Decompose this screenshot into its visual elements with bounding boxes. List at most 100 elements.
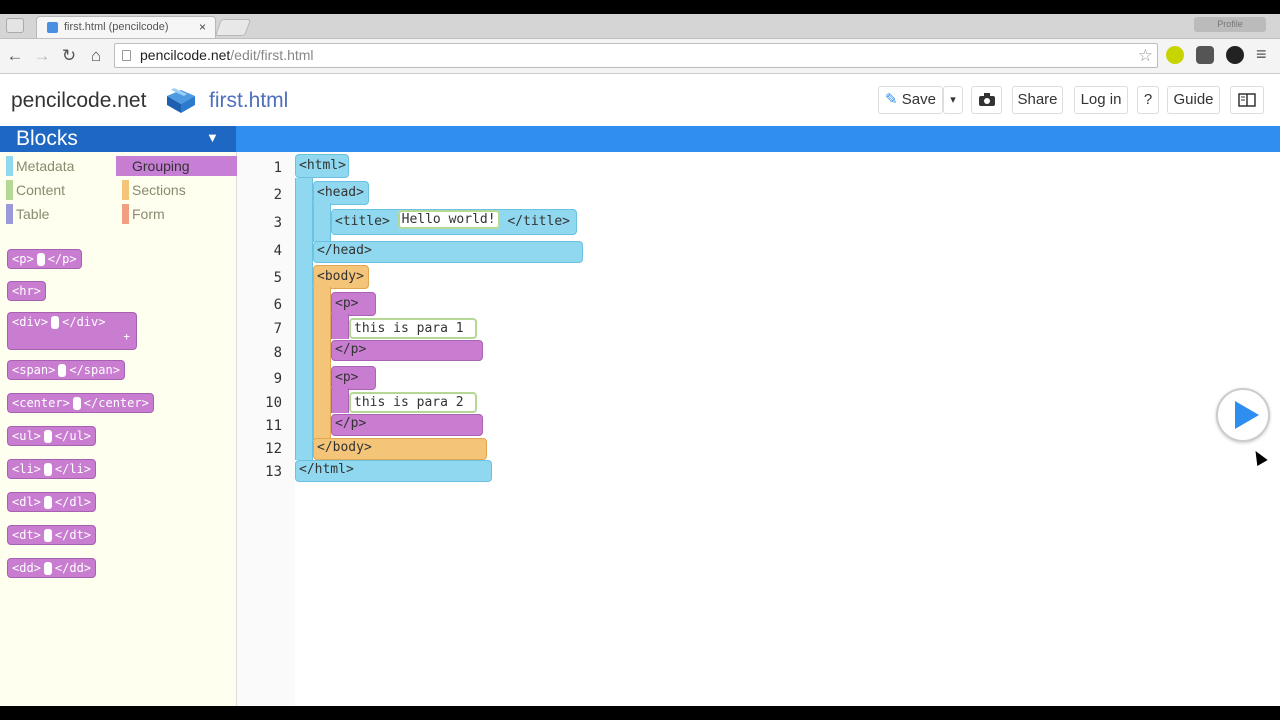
guide-button[interactable]: Guide — [1167, 86, 1220, 114]
block-close: </p> — [47, 252, 77, 266]
title-block[interactable]: <title> Hello world! </title> — [331, 209, 577, 235]
save-button[interactable]: ✎ Save — [878, 86, 943, 114]
title-text-field[interactable]: Hello world! — [397, 210, 500, 229]
head-open-block[interactable]: <head> — [313, 181, 369, 205]
window-menu-icon[interactable] — [6, 18, 24, 33]
blocks-header[interactable]: Blocks ▼ — [0, 126, 236, 152]
category-label: Form — [132, 206, 165, 222]
palette-block-dt[interactable]: <dt> </dt> — [7, 525, 97, 545]
p2-open-block[interactable]: <p> — [331, 366, 376, 390]
brand-name[interactable]: pencilcode.net — [11, 89, 146, 113]
line-number: 10 — [265, 395, 282, 411]
help-button[interactable]: ? — [1137, 86, 1159, 114]
block-slot — [51, 316, 60, 329]
tag-text: </head> — [317, 243, 372, 258]
favicon-icon — [47, 22, 58, 33]
block-close: </center> — [83, 396, 149, 410]
p1-close-block[interactable]: </p> — [331, 340, 483, 361]
category-table[interactable]: Table — [0, 204, 126, 224]
extension-icon[interactable] — [1166, 46, 1184, 64]
palette-block-hr[interactable]: <hr> — [7, 281, 46, 301]
file-name[interactable]: first.html — [209, 89, 288, 113]
block-slot — [58, 364, 67, 377]
camera-icon — [978, 93, 995, 106]
share-button[interactable]: Share — [1012, 86, 1063, 114]
body-open-block[interactable]: <body> — [313, 265, 369, 289]
body-close-block[interactable]: </body> — [313, 438, 487, 460]
block-slot — [36, 253, 45, 266]
palette-block-ul[interactable]: <ul> </ul> — [7, 426, 97, 446]
body-spine — [313, 287, 331, 440]
category-sections[interactable]: Sections — [116, 180, 242, 200]
palette-block-li[interactable]: <li> </li> — [7, 459, 97, 479]
tag-text: <p> — [335, 296, 359, 311]
browser-tab[interactable]: first.html (pencilcode) × — [36, 16, 216, 38]
palette-block-dd[interactable]: <dd> </dd> — [7, 558, 97, 578]
url-input[interactable]: pencilcode.net/edit/first.html ☆ — [114, 43, 1158, 68]
palette-block-dl[interactable]: <dl> </dl> — [7, 492, 97, 512]
pocket-icon[interactable] — [1196, 46, 1214, 64]
login-button[interactable]: Log in — [1074, 86, 1128, 114]
screen: first.html (pencilcode) × Profile ← → ↻ … — [0, 14, 1280, 706]
category-label: Grouping — [132, 158, 190, 174]
html-open-block[interactable]: <html> — [295, 154, 349, 178]
category-metadata[interactable]: Metadata — [0, 156, 126, 176]
page-icon — [122, 50, 131, 61]
p2-text-field[interactable]: this is para 2 — [349, 392, 477, 413]
tab-title: first.html (pencilcode) — [64, 21, 169, 33]
p2-spine — [331, 388, 349, 413]
p1-open-block[interactable]: <p> — [331, 292, 376, 316]
extension-dark-icon[interactable] — [1226, 46, 1244, 64]
line-number: 7 — [273, 321, 282, 337]
category-label: Content — [16, 182, 66, 198]
block-slot — [72, 397, 81, 410]
block-palette: Metadata Grouping Content Sections Table… — [0, 152, 247, 706]
block-plus[interactable]: + — [123, 327, 130, 346]
reload-icon[interactable]: ↻ — [58, 45, 80, 67]
palette-block-div[interactable]: <div> </div> + — [7, 312, 137, 350]
bookmark-star-icon[interactable]: ☆ — [1138, 44, 1153, 67]
profile-button[interactable]: Profile — [1194, 17, 1266, 32]
save-dropdown-button[interactable]: ▾ — [943, 86, 963, 114]
block-slot — [43, 430, 52, 443]
mouse-cursor-icon — [1250, 447, 1268, 467]
table-swatch — [6, 204, 13, 224]
close-tab-icon[interactable]: × — [199, 20, 206, 34]
home-icon[interactable]: ⌂ — [85, 45, 107, 67]
back-icon[interactable]: ← — [4, 45, 26, 67]
split-view-button[interactable] — [1230, 86, 1264, 114]
block-open: <ul> — [12, 429, 41, 443]
category-label: Sections — [132, 182, 186, 198]
category-form[interactable]: Form — [116, 204, 242, 224]
palette-block-p[interactable]: <p> </p> — [7, 249, 82, 269]
block-close: </dd> — [54, 561, 92, 575]
line-number: 5 — [273, 270, 282, 286]
category-content[interactable]: Content — [0, 180, 126, 200]
block-open: <dl> — [12, 495, 41, 509]
block-open: <dd> — [12, 561, 41, 575]
palette-block-span[interactable]: <span> </span> — [7, 360, 125, 380]
dropdown-arrow-icon[interactable]: ▼ — [206, 130, 219, 145]
chrome-menu-icon[interactable]: ≡ — [1256, 44, 1267, 65]
block-close: </ul> — [54, 429, 92, 443]
block-open: <hr> — [12, 284, 41, 298]
new-tab-button[interactable] — [214, 19, 252, 36]
palette-block-center[interactable]: <center> </center> — [7, 393, 154, 413]
category-grouping[interactable]: Grouping — [116, 156, 247, 176]
block-close: </span> — [69, 363, 120, 377]
screenshot-button[interactable] — [971, 86, 1002, 114]
tag-text: </title> — [507, 214, 570, 229]
p1-text-field[interactable]: this is para 1 — [349, 318, 477, 339]
address-bar: ← → ↻ ⌂ pencilcode.net/edit/first.html ☆… — [0, 39, 1280, 74]
p2-close-block[interactable]: </p> — [331, 414, 483, 436]
run-button[interactable] — [1216, 388, 1270, 442]
block-open: <li> — [12, 462, 41, 476]
tag-text: <body> — [317, 269, 364, 284]
block-slot — [43, 496, 52, 509]
category-label: Metadata — [16, 158, 75, 174]
line-number: 11 — [265, 418, 282, 434]
head-close-block[interactable]: </head> — [313, 241, 583, 263]
html-close-block[interactable]: </html> — [295, 460, 492, 482]
editor-title-bar — [236, 126, 1280, 152]
forward-icon[interactable]: → — [31, 45, 53, 67]
